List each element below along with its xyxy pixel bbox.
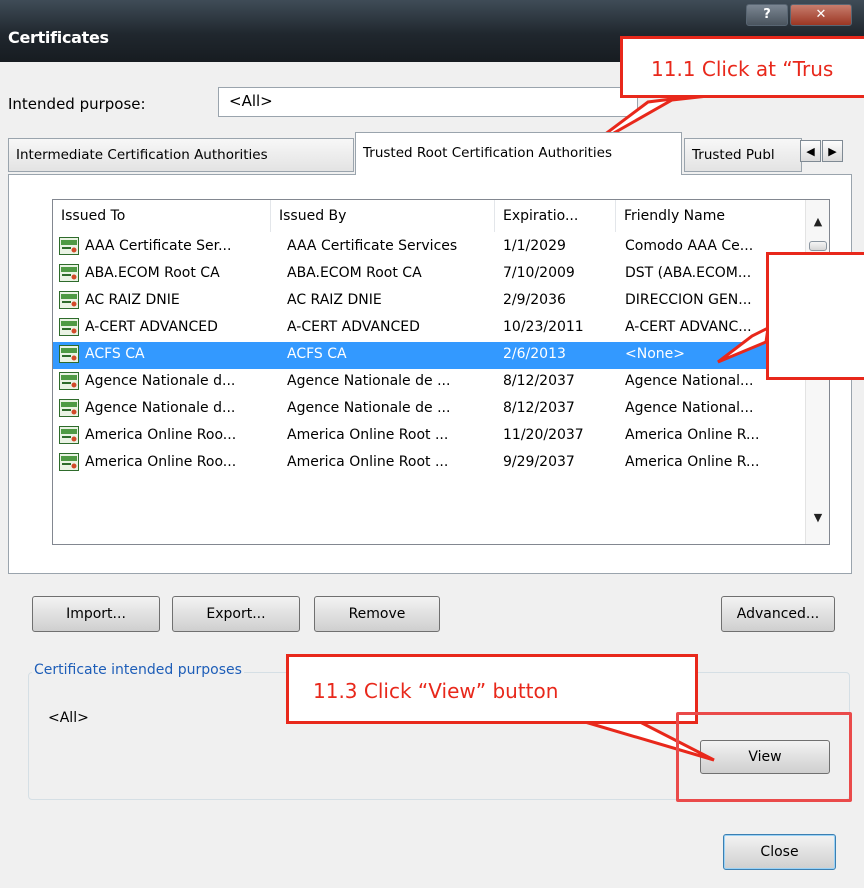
cell-issued-by: Agence Nationale de ... bbox=[287, 373, 451, 389]
cell-issued-to: ACFS CA bbox=[85, 346, 145, 362]
certificate-intended-purposes-label: Certificate intended purposes bbox=[32, 662, 244, 678]
view-button-highlight bbox=[676, 712, 852, 802]
cell-expiration: 1/1/2029 bbox=[503, 238, 566, 254]
cell-issued-by: Agence Nationale de ... bbox=[287, 400, 451, 416]
cell-issued-to: America Online Roo... bbox=[85, 427, 237, 443]
cell-issued-by: A-CERT ADVANCED bbox=[287, 319, 420, 335]
certificate-row[interactable]: A-CERT ADVANCED A-CERT ADVANCED 10/23/2011… bbox=[53, 315, 805, 342]
scroll-up-arrow-icon[interactable]: ▲ bbox=[810, 214, 826, 230]
scroll-thumb[interactable] bbox=[809, 241, 827, 251]
certificate-icon bbox=[59, 291, 79, 309]
cell-expiration: 10/23/2011 bbox=[503, 319, 584, 335]
cell-friendly-name: America Online R... bbox=[625, 427, 760, 443]
cell-issued-to: A-CERT ADVANCED bbox=[85, 319, 218, 335]
certificate-icon bbox=[59, 426, 79, 444]
cell-issued-by: ACFS CA bbox=[287, 346, 347, 362]
certificate-row[interactable]: AAA Certificate Ser... AAA Certificate Se… bbox=[53, 234, 805, 261]
column-header-issued-by[interactable]: Issued By bbox=[271, 200, 495, 232]
tab-scroll-right-button[interactable]: ▶ bbox=[822, 140, 843, 162]
certificate-row[interactable]: ACFS CA ACFS CA 2/6/2013 <None> bbox=[53, 342, 805, 369]
tab-scroll-left-button[interactable]: ◀ bbox=[800, 140, 821, 162]
remove-button[interactable]: Remove bbox=[314, 596, 440, 632]
callout-step-2 bbox=[766, 252, 864, 380]
cell-expiration: 2/9/2036 bbox=[503, 292, 566, 308]
certificate-icon bbox=[59, 318, 79, 336]
column-header-expiration[interactable]: Expiratio... bbox=[495, 200, 616, 232]
certificate-row[interactable]: Agence Nationale d... Agence Nationale de… bbox=[53, 369, 805, 396]
cell-expiration: 2/6/2013 bbox=[503, 346, 566, 362]
certificate-row[interactable]: Agence Nationale d... Agence Nationale de… bbox=[53, 396, 805, 423]
cell-expiration: 7/10/2009 bbox=[503, 265, 575, 281]
certificate-icon bbox=[59, 372, 79, 390]
certificate-icon bbox=[59, 453, 79, 471]
cell-expiration: 11/20/2037 bbox=[503, 427, 584, 443]
cell-issued-by: America Online Root ... bbox=[287, 427, 449, 443]
cell-expiration: 8/12/2037 bbox=[503, 400, 575, 416]
tab-intermediate-certification-authorities[interactable]: Intermediate Certification Authorities bbox=[8, 138, 354, 172]
help-button[interactable]: ? bbox=[746, 4, 788, 26]
certificate-icon bbox=[59, 399, 79, 417]
cell-expiration: 9/29/2037 bbox=[503, 454, 575, 470]
column-header-friendly-name[interactable]: Friendly Name bbox=[616, 200, 805, 232]
tab-trusted-root-certification-authorities[interactable]: Trusted Root Certification Authorities bbox=[355, 132, 682, 175]
intended-purpose-combobox[interactable]: <All> bbox=[218, 87, 638, 117]
cell-issued-to: AC RAIZ DNIE bbox=[85, 292, 180, 308]
cell-issued-to: ABA.ECOM Root CA bbox=[85, 265, 220, 281]
window-close-button[interactable]: ✕ bbox=[790, 4, 852, 26]
callout-step-3: 11.3 Click “View” button bbox=[286, 654, 698, 724]
intended-purpose-label: Intended purpose: bbox=[8, 95, 146, 113]
certificate-icon bbox=[59, 345, 79, 363]
certificate-icon bbox=[59, 264, 79, 282]
cell-issued-to: AAA Certificate Ser... bbox=[85, 238, 232, 254]
cell-issued-by: America Online Root ... bbox=[287, 454, 449, 470]
certificate-row[interactable]: America Online Roo... America Online Root… bbox=[53, 450, 805, 477]
certificate-intended-purposes-value: <All> bbox=[48, 710, 89, 726]
cell-friendly-name: America Online R... bbox=[625, 454, 760, 470]
cell-issued-to: Agence Nationale d... bbox=[85, 400, 236, 416]
tab-trusted-publishers[interactable]: Trusted Publ bbox=[684, 138, 802, 172]
export-button[interactable]: Export... bbox=[172, 596, 300, 632]
cell-expiration: 8/12/2037 bbox=[503, 373, 575, 389]
advanced-button[interactable]: Advanced... bbox=[721, 596, 835, 632]
certificate-icon bbox=[59, 237, 79, 255]
cell-issued-by: ABA.ECOM Root CA bbox=[287, 265, 422, 281]
cell-issued-by: AC RAIZ DNIE bbox=[287, 292, 382, 308]
certificate-row[interactable]: ABA.ECOM Root CA ABA.ECOM Root CA 7/10/200… bbox=[53, 261, 805, 288]
certificate-list[interactable]: Issued To Issued By Expiratio... Friendl… bbox=[52, 199, 830, 545]
cell-issued-to: America Online Roo... bbox=[85, 454, 237, 470]
certificate-row[interactable]: America Online Roo... America Online Root… bbox=[53, 423, 805, 450]
import-button[interactable]: Import... bbox=[32, 596, 160, 632]
cell-issued-to: Agence Nationale d... bbox=[85, 373, 236, 389]
window-title: Certificates bbox=[8, 28, 109, 47]
certificate-row[interactable]: AC RAIZ DNIE AC RAIZ DNIE 2/9/2036 DIRECCIO… bbox=[53, 288, 805, 315]
scroll-down-arrow-icon[interactable]: ▼ bbox=[810, 510, 826, 526]
cell-issued-by: AAA Certificate Services bbox=[287, 238, 458, 254]
column-header-issued-to[interactable]: Issued To bbox=[53, 200, 271, 232]
cell-friendly-name: Agence National... bbox=[625, 400, 754, 416]
callout-step-1: 11.1 Click at “Trus bbox=[620, 36, 864, 98]
close-button[interactable]: Close bbox=[723, 834, 836, 870]
